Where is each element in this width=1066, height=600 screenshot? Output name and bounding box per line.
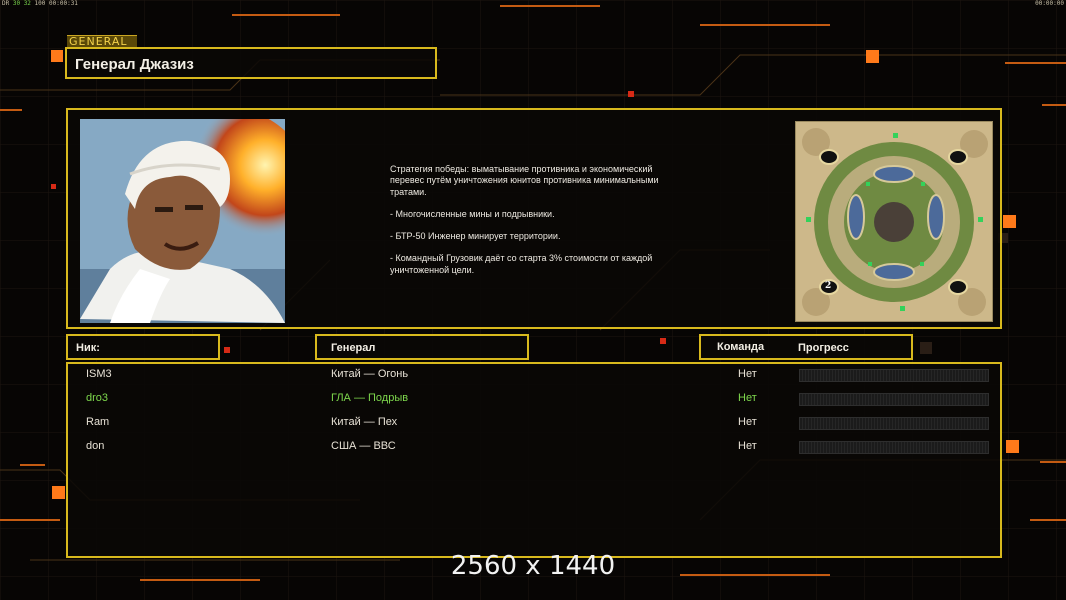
hud-green-value: 30 32 bbox=[12, 0, 31, 7]
header-team-progress: Команда Прогресс bbox=[699, 334, 913, 360]
player-nick: dro3 bbox=[86, 392, 109, 404]
player-progress-bar bbox=[799, 393, 989, 406]
strategy-text: Стратегия победы: выматывание противника… bbox=[390, 164, 659, 197]
hud-right-clock: 00:00:00 bbox=[1035, 0, 1064, 7]
player-general: США — ВВС bbox=[331, 440, 396, 452]
hud-stats: DR 30 32 100 00:00:31 bbox=[2, 0, 78, 7]
minimap-player-number: 2 bbox=[825, 281, 832, 291]
header-general-label: Генерал bbox=[331, 342, 376, 354]
player-team: Нет bbox=[738, 416, 757, 428]
player-nick: don bbox=[86, 440, 105, 452]
general-portrait bbox=[80, 119, 285, 323]
player-general: Китай — Пех bbox=[331, 416, 398, 428]
portrait-image bbox=[80, 119, 285, 323]
hud-mid-value: 100 bbox=[34, 0, 46, 7]
general-title-box: Генерал Джазиз bbox=[65, 47, 437, 79]
general-name: Генерал Джазиз bbox=[75, 56, 194, 73]
map-preview: 2 bbox=[795, 121, 993, 322]
player-general: ГЛА — Подрыв bbox=[331, 392, 409, 404]
minimap-image bbox=[796, 122, 992, 321]
player-team: Нет bbox=[738, 392, 757, 404]
header-nick-label: Ник: bbox=[76, 342, 100, 354]
resolution-watermark: 2560 x 1440 bbox=[450, 551, 616, 581]
player-row[interactable]: dro3 ГЛА — Подрыв Нет bbox=[68, 392, 998, 406]
feature-3: - Командный Грузовик даёт со старта 3% с… bbox=[390, 253, 653, 275]
player-progress-bar bbox=[799, 441, 989, 454]
feature-2: - БТР-50 Инженер минирует территории. bbox=[390, 231, 561, 242]
player-progress-bar bbox=[799, 369, 989, 382]
hud-clock: 00:00:31 bbox=[49, 0, 78, 7]
general-info-panel: Стратегия победы: выматывание противника… bbox=[66, 108, 1002, 329]
player-team: Нет bbox=[738, 368, 757, 380]
player-team: Нет bbox=[738, 440, 757, 452]
player-row[interactable]: Ram Китай — Пех Нет bbox=[68, 416, 998, 430]
header-general: Генерал bbox=[315, 334, 529, 360]
header-team-label: Команда bbox=[717, 341, 765, 353]
header-nick: Ник: bbox=[66, 334, 220, 360]
general-description: Стратегия победы: выматывание противника… bbox=[390, 164, 720, 287]
player-row[interactable]: ISM3 Китай — Огонь Нет bbox=[68, 368, 998, 382]
player-nick: Ram bbox=[86, 416, 110, 428]
header-progress-label: Прогресс bbox=[798, 342, 849, 354]
feature-1: - Многочисленные мины и подрывники. bbox=[390, 208, 555, 219]
player-general: Китай — Огонь bbox=[331, 368, 409, 380]
player-row[interactable]: don США — ВВС Нет bbox=[68, 440, 998, 454]
player-progress-bar bbox=[799, 417, 989, 430]
player-nick: ISM3 bbox=[86, 368, 112, 380]
hud-prefix: DR bbox=[2, 0, 10, 7]
players-list: ISM3 Китай — Огонь Нет dro3 ГЛА — Подрыв… bbox=[66, 362, 1002, 558]
